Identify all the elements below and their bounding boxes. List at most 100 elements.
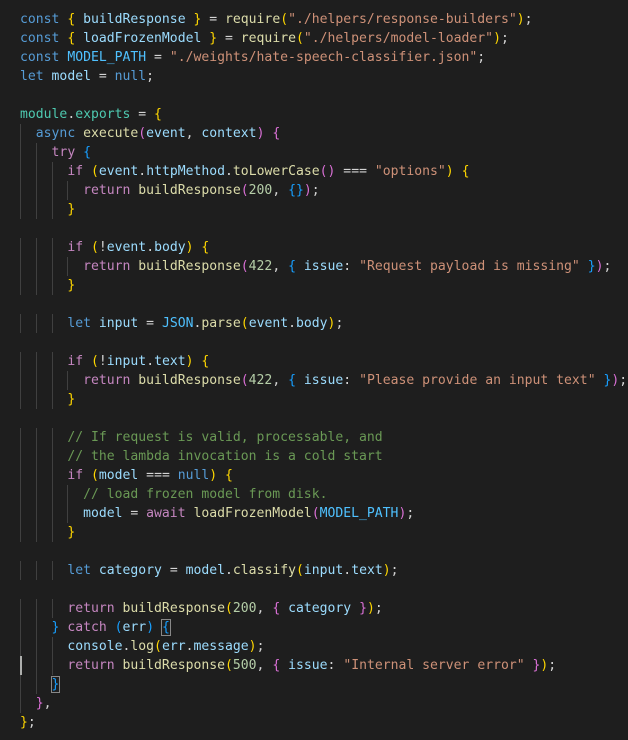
code-line[interactable]: let category = model.classify(input.text… xyxy=(20,561,627,580)
code-token: if xyxy=(67,164,84,179)
code-line[interactable]: if (!input.text) { xyxy=(20,352,627,371)
code-line[interactable]: const { buildResponse } = require("./hel… xyxy=(20,10,627,29)
code-line[interactable]: // If request is valid, processable, and xyxy=(20,428,627,447)
code-token: . xyxy=(288,316,296,331)
text-cursor xyxy=(20,656,22,675)
code-token: ( xyxy=(240,316,249,331)
code-line[interactable]: if (!event.body) { xyxy=(20,238,627,257)
code-token: category xyxy=(288,601,352,616)
code-token: message xyxy=(193,639,249,654)
code-token: = xyxy=(161,563,186,578)
code-token: . xyxy=(225,563,233,578)
code-line[interactable]: let model = null; xyxy=(20,67,627,86)
code-token: parse xyxy=(201,316,241,331)
code-line[interactable]: // the lambda invocation is a cold start xyxy=(20,447,627,466)
code-line[interactable]: } catch (err) { xyxy=(20,618,627,637)
code-line[interactable]: } xyxy=(20,200,627,219)
code-line[interactable] xyxy=(20,409,627,428)
code-token: let xyxy=(67,563,91,578)
code-token: 200 xyxy=(232,601,257,616)
code-token: "Request payload is missing" xyxy=(359,259,580,274)
code-token: { xyxy=(288,373,296,388)
code-token: = xyxy=(201,12,226,27)
code-token: { xyxy=(272,126,281,141)
code-line[interactable]: }; xyxy=(20,713,627,732)
code-line[interactable]: const { loadFrozenModel } = require("./h… xyxy=(20,29,627,48)
code-token: buildResponse xyxy=(122,601,225,616)
code-line[interactable]: if (model === null) { xyxy=(20,466,627,485)
code-line[interactable] xyxy=(20,333,627,352)
code-line[interactable]: if (event.httpMethod.toLowerCase() === "… xyxy=(20,162,627,181)
code-line[interactable]: } xyxy=(20,523,627,542)
code-line[interactable]: // load frozen model from disk. xyxy=(20,485,627,504)
code-line[interactable] xyxy=(20,542,627,561)
code-token: loadFrozenModel xyxy=(83,31,202,46)
code-token: ) xyxy=(146,620,155,635)
code-token: module xyxy=(20,107,68,122)
code-line[interactable]: return buildResponse(422, { issue: "Requ… xyxy=(20,257,627,276)
code-token: { xyxy=(225,468,233,483)
code-line[interactable]: console.log(err.message); xyxy=(20,637,627,656)
code-line[interactable]: module.exports = { xyxy=(20,105,627,124)
code-line[interactable]: return buildResponse(422, { issue: "Plea… xyxy=(20,371,627,390)
code-token: // load frozen model from disk. xyxy=(83,487,328,502)
code-token: buildResponse xyxy=(138,183,241,198)
code-token: ; xyxy=(619,373,628,388)
code-token: "./helpers/response-builders" xyxy=(288,12,517,27)
code-line[interactable]: return buildResponse(200, { category }); xyxy=(20,599,627,618)
code-token: ( xyxy=(225,601,233,616)
code-line[interactable]: model = await loadFrozenModel(MODEL_PATH… xyxy=(20,504,627,523)
code-line[interactable]: } xyxy=(20,390,627,409)
code-token: === xyxy=(138,468,178,483)
code-token: ; xyxy=(27,715,36,730)
code-line[interactable]: try { xyxy=(20,143,627,162)
code-token: . xyxy=(146,240,155,255)
code-token: ) xyxy=(248,639,257,654)
code-token: log xyxy=(130,639,155,654)
code-token: ( xyxy=(138,126,147,141)
code-token: JSON xyxy=(161,316,194,331)
code-token: 500 xyxy=(232,658,257,673)
code-token: ( xyxy=(154,639,162,654)
code-token: if xyxy=(67,240,84,255)
code-line[interactable]: } xyxy=(20,675,627,694)
code-token: . xyxy=(343,563,352,578)
code-line[interactable] xyxy=(20,580,627,599)
code-line[interactable]: return buildResponse(200, {}); xyxy=(20,181,627,200)
code-line[interactable] xyxy=(20,219,627,238)
code-line[interactable]: async execute(event, context) { xyxy=(20,124,627,143)
code-line[interactable]: const MODEL_PATH = "./weights/hate-speec… xyxy=(20,48,627,67)
code-line[interactable]: let input = JSON.parse(event.body); xyxy=(20,314,627,333)
code-line[interactable]: } xyxy=(20,276,627,295)
code-token: buildResponse xyxy=(138,259,241,274)
code-token: = xyxy=(138,316,162,331)
code-token: { xyxy=(154,107,162,122)
code-token: const xyxy=(20,50,60,65)
code-token: } xyxy=(67,278,76,293)
code-token: return xyxy=(83,183,131,198)
code-line[interactable]: }, xyxy=(20,694,627,713)
code-token: , xyxy=(256,658,273,673)
code-line[interactable]: return buildResponse(500, { issue: "Inte… xyxy=(20,656,627,675)
code-token: ( xyxy=(90,468,99,483)
code-token: } xyxy=(587,259,596,274)
code-token: ) xyxy=(516,12,525,27)
code-line[interactable] xyxy=(20,86,627,105)
code-line[interactable] xyxy=(20,295,627,314)
code-token: } xyxy=(20,715,28,730)
code-token: const xyxy=(20,31,60,46)
code-token: ) xyxy=(185,240,194,255)
code-editor[interactable]: const { buildResponse } = require("./hel… xyxy=(0,0,628,740)
code-token: . xyxy=(225,164,233,179)
code-token: async xyxy=(35,126,76,141)
